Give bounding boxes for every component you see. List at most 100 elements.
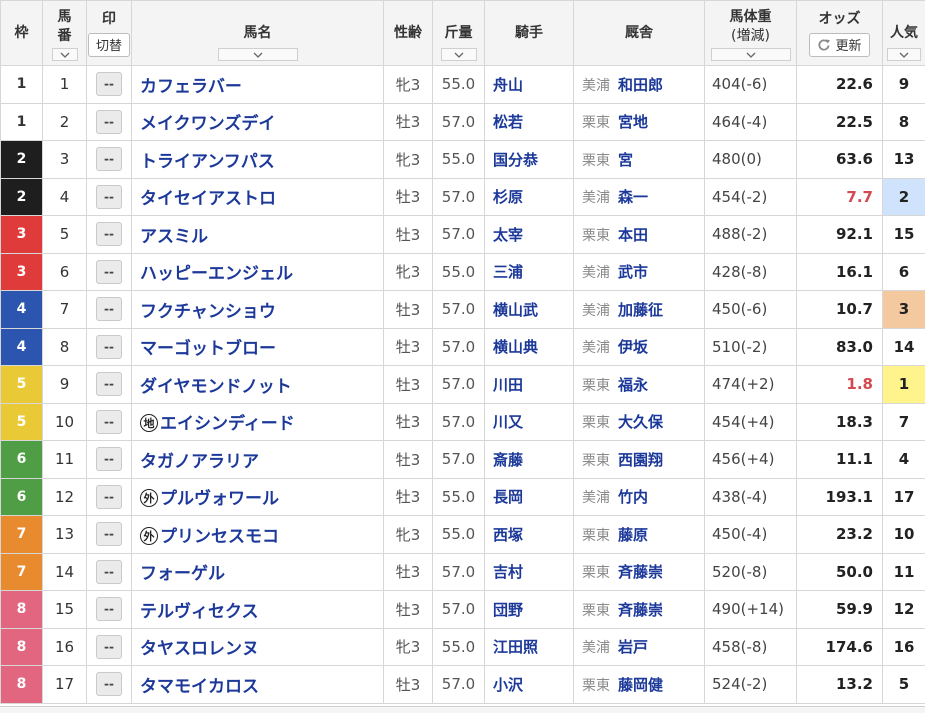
horse-name-link[interactable]: トライアンフパス (140, 152, 275, 172)
umaban-cell: 4 (42, 177, 87, 216)
body-weight-text: 428(-8) (712, 262, 768, 281)
horse-name-link[interactable]: フォーゲル (140, 564, 225, 584)
trainer-link[interactable]: 武市 (618, 263, 648, 281)
mark-select-button[interactable]: -- (96, 334, 122, 359)
mark-select-button[interactable]: -- (96, 672, 122, 697)
mark-select-button[interactable]: -- (96, 484, 122, 509)
sort-horse-name-button[interactable] (217, 48, 298, 61)
horse-name-link[interactable]: プリンセスモコ (160, 527, 279, 547)
jockey-link[interactable]: 長岡 (493, 488, 523, 506)
jockey-cell: 長岡 (484, 477, 574, 516)
horse-name-link[interactable]: エイシンディード (160, 414, 295, 434)
mark-select-button[interactable]: -- (96, 222, 122, 247)
horse-name-link[interactable]: アスミル (140, 227, 208, 247)
horse-name-link[interactable]: タヤスロレンヌ (140, 639, 259, 659)
horse-name-link[interactable]: ダイヤモンドノット (140, 377, 292, 397)
sort-weight-carried-button[interactable] (440, 48, 477, 61)
mark-cell: -- (86, 252, 132, 291)
trainer-link[interactable]: 本田 (618, 226, 648, 244)
body-weight-cell: 480(0) (704, 140, 797, 179)
jockey-link[interactable]: 川又 (493, 413, 523, 431)
trainer-link[interactable]: 西園翔 (618, 451, 663, 469)
sort-popularity-button[interactable] (887, 48, 921, 61)
weight-carried-text: 57.0 (441, 112, 476, 131)
jockey-link[interactable]: 小沢 (493, 676, 523, 694)
odds-refresh-button[interactable]: 更新 (809, 32, 870, 57)
horse-name-link[interactable]: テルヴィセクス (140, 602, 259, 622)
jockey-link[interactable]: 西塚 (493, 526, 523, 544)
odds-cell: 10.7 (796, 290, 883, 329)
horse-name-link[interactable]: タガノアラリア (140, 452, 259, 472)
mark-select-button[interactable]: -- (96, 109, 122, 134)
waku-cell: 3 (0, 252, 43, 291)
mark-select-button[interactable]: -- (96, 447, 122, 472)
trainer-link[interactable]: 斉藤崇 (618, 563, 663, 581)
jockey-link[interactable]: 国分恭 (493, 151, 538, 169)
table-header-row: 枠 馬 番 印 切替 馬名 性齢 斤量 騎手 厩舎 馬体重 (増減) オッズ 更… (0, 0, 925, 66)
sex-age-cell: 牝3 (383, 65, 433, 104)
trainer-link[interactable]: 大久保 (618, 413, 663, 431)
weight-carried-cell: 57.0 (432, 665, 485, 704)
mark-cell: -- (86, 177, 132, 216)
horse-name-link[interactable]: タイセイアストロ (140, 189, 276, 209)
trainer-link[interactable]: 藤岡健 (618, 676, 663, 694)
trainer-link[interactable]: 斉藤崇 (618, 601, 663, 619)
jockey-link[interactable]: 松若 (493, 113, 523, 131)
mark-select-button[interactable]: -- (96, 597, 122, 622)
trainer-link[interactable]: 宮地 (618, 113, 648, 131)
jockey-link[interactable]: 団野 (493, 601, 523, 619)
stable-region: 栗東 (582, 152, 610, 169)
odds-cell: 16.1 (796, 252, 883, 291)
jockey-link[interactable]: 川田 (493, 376, 523, 394)
jockey-link[interactable]: 舟山 (493, 76, 523, 94)
horse-name-link[interactable]: プルヴォワール (160, 489, 279, 509)
odds-value: 16.1 (835, 262, 873, 281)
odds-cell: 13.2 (796, 665, 883, 704)
mark-select-button[interactable]: -- (96, 634, 122, 659)
jockey-link[interactable]: 斎藤 (493, 451, 523, 469)
sex-age-cell: 牝3 (383, 627, 433, 666)
jockey-link[interactable]: 横山典 (493, 338, 538, 356)
horse-name-link[interactable]: マーゴットブロー (140, 339, 276, 359)
odds-cell: 18.3 (796, 402, 883, 441)
mark-select-button[interactable]: -- (96, 259, 122, 284)
horse-name-link[interactable]: カフェラバー (140, 77, 242, 97)
mark-select-button[interactable]: -- (96, 559, 122, 584)
jockey-link[interactable]: 三浦 (493, 263, 523, 281)
mark-select-button[interactable]: -- (96, 147, 122, 172)
mark-select-button[interactable]: -- (96, 72, 122, 97)
trainer-link[interactable]: 伊坂 (618, 338, 648, 356)
trainer-link[interactable]: 加藤征 (618, 301, 663, 319)
mark-select-button[interactable]: -- (96, 184, 122, 209)
mark-select-button[interactable]: -- (96, 297, 122, 322)
popularity-cell: 7 (882, 402, 925, 441)
horse-name-cell: フォーゲル (131, 552, 384, 591)
jockey-link[interactable]: 横山武 (493, 301, 538, 319)
trainer-cell: 栗東 本田 (573, 215, 705, 254)
jockey-link[interactable]: 太宰 (493, 226, 523, 244)
trainer-link[interactable]: 岩戸 (618, 638, 648, 656)
sort-body-weight-button[interactable] (710, 48, 791, 61)
umaban-cell: 6 (42, 252, 87, 291)
jockey-link[interactable]: 杉原 (493, 188, 523, 206)
trainer-link[interactable]: 藤原 (618, 526, 648, 544)
umaban-number: 12 (54, 487, 75, 506)
sort-umaban-button[interactable] (51, 48, 78, 61)
mark-select-button[interactable]: -- (96, 522, 122, 547)
horse-name-link[interactable]: フクチャンショウ (140, 302, 276, 322)
trainer-link[interactable]: 宮 (618, 151, 633, 169)
trainer-link[interactable]: 福永 (618, 376, 648, 394)
weight-carried-cell: 55.0 (432, 627, 485, 666)
mark-select-button[interactable]: -- (96, 409, 122, 434)
jockey-link[interactable]: 江田照 (493, 638, 538, 656)
trainer-link[interactable]: 森一 (618, 188, 648, 206)
umaban-cell: 15 (42, 590, 87, 629)
trainer-link[interactable]: 和田郎 (618, 76, 663, 94)
horse-name-link[interactable]: メイクワンズデイ (140, 114, 275, 134)
horse-name-link[interactable]: ハッピーエンジェル (140, 264, 293, 284)
mark-select-button[interactable]: -- (96, 372, 122, 397)
trainer-link[interactable]: 竹内 (618, 488, 648, 506)
jockey-link[interactable]: 吉村 (493, 563, 523, 581)
mark-toggle-button[interactable]: 切替 (87, 32, 130, 57)
horse-name-link[interactable]: タマモイカロス (140, 677, 259, 697)
